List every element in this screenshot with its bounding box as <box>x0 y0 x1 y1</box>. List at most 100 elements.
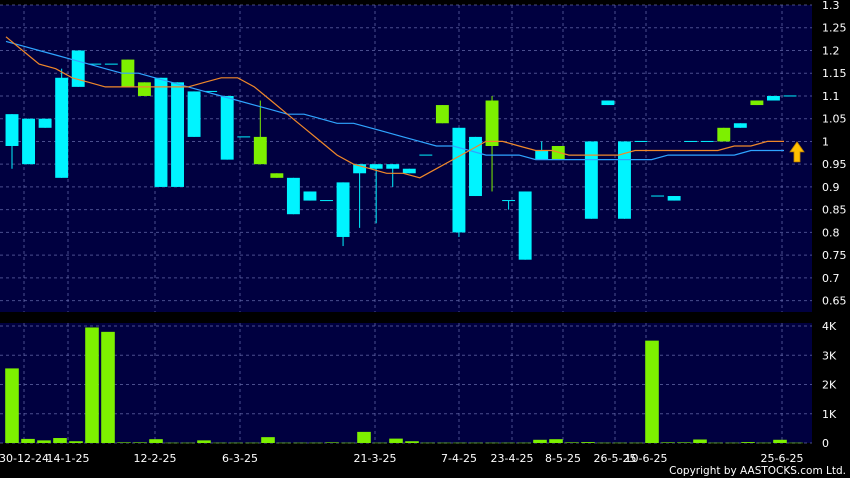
candle-body <box>717 127 731 142</box>
candle-body <box>137 82 151 96</box>
volume-plot-area <box>0 323 812 443</box>
x-tick-label: 23-4-25 <box>491 452 534 465</box>
candle-body <box>303 191 317 201</box>
volume-bar <box>149 439 163 443</box>
candle-body <box>154 77 168 187</box>
volume-bar <box>117 442 131 443</box>
x-tick-label: 12-2-25 <box>134 452 177 465</box>
candle-body <box>71 50 85 87</box>
volume-bar <box>373 442 387 444</box>
volume-bar <box>293 442 307 444</box>
candle <box>336 182 350 247</box>
volume-bar <box>405 441 419 443</box>
volume-bar <box>533 439 547 443</box>
price-tick-label: 1.2 <box>822 44 840 57</box>
candle <box>733 123 747 128</box>
x-tick-label: 7-4-25 <box>441 452 477 465</box>
candle-body <box>220 95 234 160</box>
volume-bar <box>421 442 435 444</box>
candle-body <box>286 177 300 215</box>
volume-bar <box>613 442 627 444</box>
candle-body <box>55 77 69 178</box>
volume-bar <box>565 442 579 443</box>
candle <box>469 136 482 197</box>
volume-tick-label: 4K <box>822 320 837 333</box>
candle <box>55 68 69 178</box>
copyright-text: Copyright by AASTOCKS.com Ltd. <box>669 465 846 477</box>
volume-bar <box>581 442 595 443</box>
volume-bar <box>709 442 723 444</box>
volume-bar <box>741 442 755 443</box>
candle <box>766 95 780 101</box>
candle <box>270 173 284 178</box>
candle <box>154 77 168 187</box>
candle-body <box>22 118 36 165</box>
candle <box>667 196 681 201</box>
x-tick-label: 8-5-25 <box>545 452 581 465</box>
volume-bar <box>469 442 483 444</box>
volume-bar <box>341 442 355 444</box>
candle-body <box>535 150 549 160</box>
candle <box>601 100 615 106</box>
candle-body <box>485 100 499 146</box>
volume-bar <box>629 442 643 444</box>
price-plot-area <box>0 5 812 312</box>
candle-body <box>469 136 482 197</box>
candle-body <box>253 136 267 165</box>
price-panel: 1.3 1.25 1.2 1.15 1.1 1.05 1 0.95 0.9 0.85 0.8 0.75… <box>0 0 847 312</box>
candle-body <box>270 173 284 178</box>
x-axis: 30-12-2414-1-25 12-2-25 6-3-25 21-3-25 7-4-2… <box>0 452 803 465</box>
volume-tick-label: 3K <box>822 349 837 362</box>
candle <box>402 168 416 174</box>
volume-tick-label: 2K <box>822 379 837 392</box>
volume-bar <box>357 431 371 443</box>
volume-bar <box>757 442 771 444</box>
volume-bar <box>85 327 99 443</box>
candle <box>187 91 201 137</box>
volume-bar <box>37 440 51 443</box>
candle <box>220 95 234 160</box>
price-tick-label: 1 <box>822 135 829 148</box>
candle <box>435 105 449 124</box>
candle-body <box>452 127 466 233</box>
volume-bar <box>261 437 275 443</box>
volume-bar <box>309 442 323 444</box>
price-tick-label: 1.25 <box>822 22 847 35</box>
volume-bar <box>677 442 691 443</box>
volume-bar <box>53 438 67 443</box>
price-tick-label: 0.85 <box>822 204 847 217</box>
volume-bar <box>517 442 531 444</box>
candle <box>750 100 764 106</box>
x-tick-label: 6-3-25 <box>222 452 258 465</box>
volume-bar <box>277 442 291 444</box>
price-tick-label: 0.65 <box>822 295 847 308</box>
candle-body <box>336 182 350 237</box>
volume-bar <box>453 442 467 444</box>
x-tick-label: 21-3-25 <box>354 452 397 465</box>
volume-bar <box>501 442 515 444</box>
price-tick-label: 1.3 <box>822 0 840 12</box>
candle <box>584 141 598 219</box>
volume-bar <box>181 442 195 444</box>
price-tick-label: 1.05 <box>822 113 847 126</box>
volume-bar <box>773 439 787 443</box>
volume-bar <box>725 442 739 444</box>
x-tick-label: 25-6-25 <box>761 452 804 465</box>
candle <box>137 82 151 96</box>
volume-bar <box>549 439 563 443</box>
candle-body <box>187 91 201 137</box>
volume-bar <box>165 442 179 444</box>
volume-bar <box>645 340 659 443</box>
volume-bar <box>245 442 259 444</box>
volume-bar <box>229 442 243 444</box>
candle-body <box>38 118 52 128</box>
candle <box>22 118 36 165</box>
volume-bar <box>5 368 19 443</box>
candle <box>171 82 184 187</box>
volume-bar <box>213 442 227 444</box>
volume-bar <box>437 442 451 444</box>
volume-tick-label: 1K <box>822 408 837 421</box>
price-tick-label: 0.75 <box>822 249 847 262</box>
volume-bar <box>133 442 147 443</box>
candle-body <box>369 164 383 169</box>
